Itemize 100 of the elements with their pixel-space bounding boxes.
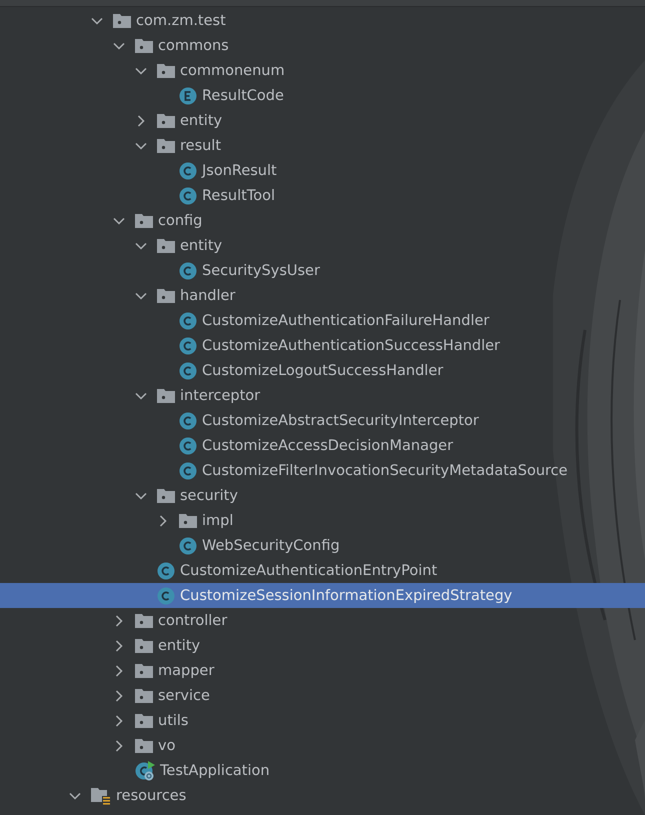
tree-item-label: controller — [158, 612, 228, 628]
folder-icon — [157, 112, 175, 128]
tree-item-label: CustomizeLogoutSuccessHandler — [202, 362, 444, 378]
tree-item-label: entity — [158, 638, 200, 654]
tree-item-label: resources — [116, 788, 186, 804]
tree-row[interactable]: ResultTool — [0, 183, 645, 208]
tree-item-label: CustomizeFilterInvocationSecurityMetadataSource — [202, 462, 568, 478]
tree-row[interactable]: security — [0, 483, 645, 508]
tree-row[interactable]: CustomizeAccessDecisionManager — [0, 433, 645, 458]
tree-item-label: CustomizeAuthenticationEntryPoint — [180, 562, 438, 578]
folder-icon — [135, 638, 153, 654]
tree-row[interactable]: result — [0, 133, 645, 158]
spring-app-icon — [135, 760, 155, 780]
tree-row[interactable]: WebSecurityConfig — [0, 533, 645, 558]
tree-item-label: mapper — [158, 662, 214, 678]
tree-row[interactable]: CustomizeSessionInformationExpiredStrategy — [0, 583, 645, 608]
tree-item-label: entity — [180, 238, 222, 254]
tree-item-label: ResultTool — [202, 188, 275, 204]
tree-row[interactable]: CustomizeLogoutSuccessHandler — [0, 358, 645, 383]
folder-icon — [113, 12, 131, 28]
class-icon — [157, 562, 175, 580]
chevron-right-icon[interactable] — [113, 714, 125, 726]
tree-item-label: commons — [158, 38, 229, 54]
class-icon — [179, 312, 197, 330]
class-icon — [179, 362, 197, 380]
tree-item-label: handler — [180, 288, 236, 304]
tree-item-label: SecuritySysUser — [202, 262, 320, 278]
class-icon — [179, 462, 197, 480]
tree-item-label: CustomizeAbstractSecurityInterceptor — [202, 412, 479, 428]
tree-row[interactable]: service — [0, 683, 645, 708]
tree-item-label: result — [180, 138, 222, 154]
tree-row[interactable]: CustomizeAuthenticationSuccessHandler — [0, 333, 645, 358]
tree-row[interactable]: entity — [0, 633, 645, 658]
folder-icon — [157, 238, 175, 254]
tree-item-label: utils — [158, 712, 188, 728]
tree-item-label: ResultCode — [202, 88, 284, 104]
tree-row[interactable]: controller — [0, 608, 645, 633]
folder-icon — [157, 388, 175, 404]
chevron-right-icon[interactable] — [113, 690, 125, 702]
class-icon — [179, 186, 197, 204]
class-icon — [179, 336, 197, 354]
class-icon — [157, 586, 175, 604]
folder-icon — [157, 62, 175, 78]
tree-row[interactable]: interceptor — [0, 383, 645, 408]
tree-row[interactable]: CustomizeAbstractSecurityInterceptor — [0, 408, 645, 433]
folder-icon — [157, 488, 175, 504]
tree-row[interactable]: config — [0, 208, 645, 233]
enum-icon — [179, 86, 197, 104]
tree-row[interactable]: mapper — [0, 658, 645, 683]
tree-row[interactable]: CustomizeFilterInvocationSecurityMetadataSource — [0, 458, 645, 483]
tree-item-label: CustomizeAuthenticationSuccessHandler — [202, 338, 500, 354]
tree-row[interactable]: CustomizeAuthenticationFailureHandler — [0, 308, 645, 333]
tree-item-label: WebSecurityConfig — [202, 538, 340, 554]
folder-icon — [135, 612, 153, 628]
tree-item-label: commonenum — [180, 62, 285, 78]
folder-icon — [135, 212, 153, 228]
chevron-right-icon[interactable] — [113, 664, 125, 676]
class-icon — [179, 436, 197, 454]
chevron-right-icon[interactable] — [135, 114, 147, 126]
tree-item-label: com.zm.test — [136, 12, 226, 28]
tree-item-label: interceptor — [180, 388, 260, 404]
tree-row[interactable]: impl — [0, 508, 645, 533]
chevron-right-icon[interactable] — [157, 514, 169, 526]
tree-item-label: CustomizeAccessDecisionManager — [202, 438, 454, 454]
tree-row[interactable]: JsonResult — [0, 158, 645, 183]
tree-item-label: CustomizeSessionInformationExpiredStrategy — [180, 588, 512, 604]
tree-row[interactable]: entity — [0, 108, 645, 133]
tree-row[interactable]: handler — [0, 283, 645, 308]
tree-row[interactable]: commonenum — [0, 58, 645, 83]
folder-icon — [179, 512, 197, 528]
folder-icon — [135, 38, 153, 54]
tree-row[interactable]: ResultCode — [0, 83, 645, 108]
chevron-right-icon[interactable] — [113, 614, 125, 626]
tree-row[interactable]: utils — [0, 708, 645, 733]
folder-icon — [157, 288, 175, 304]
resource-folder-icon — [91, 786, 111, 804]
tree-row[interactable]: commons — [0, 33, 645, 58]
tree-row[interactable]: CustomizeAuthenticationEntryPoint — [0, 558, 645, 583]
tree-row[interactable]: vo — [0, 733, 645, 758]
tree-row[interactable]: TestApplication — [0, 758, 645, 783]
folder-icon — [135, 738, 153, 754]
chevron-right-icon[interactable] — [113, 740, 125, 752]
tree-item-label: vo — [158, 738, 176, 754]
chevron-right-icon[interactable] — [113, 640, 125, 652]
tree-item-label: TestApplication — [160, 762, 270, 778]
tree-row[interactable]: resources — [0, 783, 645, 808]
tree-row[interactable]: SecuritySysUser — [0, 258, 645, 283]
class-icon — [179, 262, 197, 280]
tree-row[interactable]: com.zm.test — [0, 8, 645, 33]
tree-item-label: config — [158, 212, 202, 228]
folder-icon — [157, 138, 175, 154]
tree-item-label: impl — [202, 512, 234, 528]
class-icon — [179, 412, 197, 430]
tree-item-label: JsonResult — [202, 162, 277, 178]
tree-item-label: security — [180, 488, 238, 504]
tree-row[interactable]: entity — [0, 233, 645, 258]
tree-item-label: CustomizeAuthenticationFailureHandler — [202, 312, 490, 328]
folder-icon — [135, 662, 153, 678]
tree-item-label: entity — [180, 112, 222, 128]
class-icon — [179, 536, 197, 554]
